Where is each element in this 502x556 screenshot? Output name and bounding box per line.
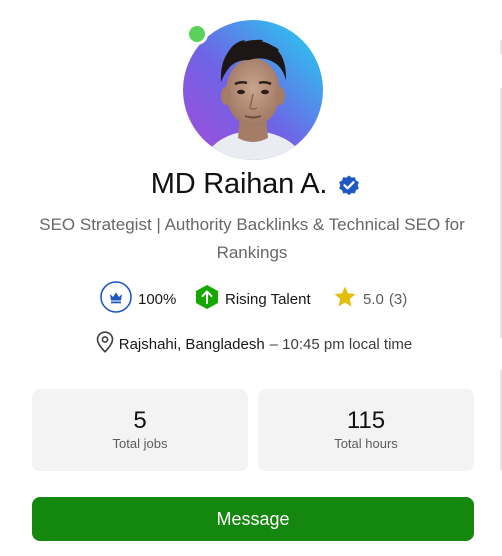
total-jobs-label: Total jobs	[112, 436, 168, 451]
rating-value: 5.0	[363, 290, 384, 308]
map-pin-icon	[96, 331, 114, 357]
location-row: Rajshahi, Bangladesh – 10:45 pm local ti…	[0, 331, 502, 357]
stats-row: 100% Rising Talent 5.0 (3)	[0, 281, 502, 317]
message-button[interactable]: Message	[32, 497, 474, 541]
arrow-up-icon	[195, 284, 219, 314]
job-success-stat[interactable]: 100%	[100, 281, 177, 317]
verified-badge-icon	[337, 173, 361, 197]
rating-stat[interactable]: 5.0 (3)	[333, 283, 407, 315]
freelancer-profile-card: MD Raihan A. SEO Strategist | Authority …	[0, 0, 502, 556]
avatar[interactable]	[183, 20, 323, 160]
name-row: MD Raihan A.	[0, 168, 502, 201]
job-success-value: 100%	[138, 290, 177, 308]
total-jobs-value: 5	[133, 407, 147, 434]
crown-icon	[100, 281, 132, 317]
local-time: – 10:45 pm local time	[269, 335, 413, 353]
star-icon	[333, 285, 357, 313]
rising-talent-badge[interactable]: Rising Talent	[195, 283, 311, 315]
profile-name: MD Raihan A.	[150, 168, 328, 200]
total-hours-label: Total hours	[334, 436, 398, 451]
location-place: Rajshahi, Bangladesh	[118, 335, 265, 353]
review-count: (3)	[388, 290, 408, 308]
total-hours-value: 115	[346, 407, 386, 434]
online-status-dot	[186, 23, 208, 45]
profile-headline: SEO Strategist | Authority Backlinks & T…	[39, 215, 465, 262]
rising-talent-label: Rising Talent	[225, 290, 311, 308]
total-hours-card: 115 Total hours	[258, 389, 474, 471]
total-jobs-card: 5 Total jobs	[32, 389, 248, 471]
